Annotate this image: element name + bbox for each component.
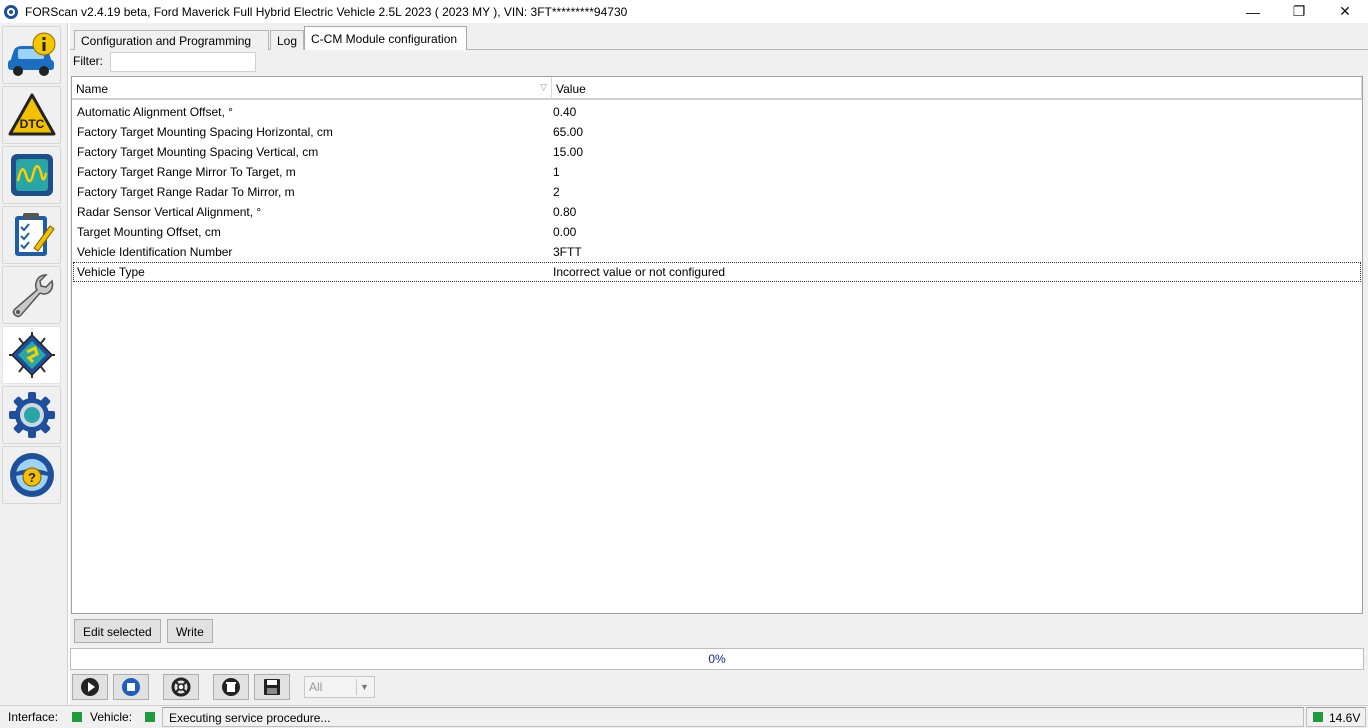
- stop-icon: [122, 678, 140, 696]
- row-name: Factory Target Range Radar To Mirror, m: [77, 185, 295, 199]
- play-icon: [81, 678, 99, 696]
- car-info-icon: [7, 32, 55, 76]
- column-header-value[interactable]: Value: [552, 77, 1362, 99]
- table-row[interactable]: Target Mounting Offset, cm 0.00: [73, 222, 1361, 242]
- play-button[interactable]: [72, 674, 108, 700]
- progress-bar: 0%: [70, 648, 1364, 670]
- sidebar: DTC ?: [0, 23, 68, 705]
- forscan-app-icon: [4, 4, 18, 19]
- sidebar-item-dtc[interactable]: DTC: [2, 86, 61, 144]
- row-name: Radar Sensor Vertical Alignment, °: [77, 205, 262, 219]
- filter-select-value: All: [309, 680, 323, 694]
- help-wheel-icon: ?: [9, 453, 54, 497]
- row-value: 0.40: [553, 105, 577, 119]
- row-name: Factory Target Mounting Spacing Vertical…: [77, 145, 319, 159]
- sidebar-item-configuration[interactable]: [2, 326, 61, 384]
- status-message: Executing service procedure...: [169, 711, 331, 725]
- oscilloscope-icon: [10, 154, 53, 196]
- grid-header: Name ▽ Value: [72, 77, 1362, 100]
- row-value: 1: [553, 165, 560, 179]
- support-button[interactable]: [163, 674, 199, 700]
- row-value: 3FTT: [553, 245, 582, 259]
- tab-strip: Configuration and Programming Log C-CM M…: [70, 23, 1368, 51]
- clear-button[interactable]: [213, 674, 249, 700]
- filter-row: Filter:: [70, 50, 1368, 76]
- interface-label: Interface:: [8, 710, 59, 724]
- row-name: Automatic Alignment Offset, °: [77, 105, 233, 119]
- row-value: 15.00: [553, 145, 584, 159]
- filter-label: Filter:: [73, 54, 103, 68]
- progress-text: 0%: [708, 652, 726, 666]
- sidebar-item-vehicle-info[interactable]: [2, 26, 61, 84]
- status-message-box: Executing service procedure...: [162, 707, 1304, 727]
- parameters-grid: Name ▽ Value Automatic Alignment Offset,…: [71, 76, 1363, 614]
- chip-icon: [8, 332, 55, 378]
- sidebar-item-settings[interactable]: [2, 386, 61, 444]
- table-row[interactable]: Factory Target Mounting Spacing Horizont…: [73, 122, 1361, 142]
- row-value: Incorrect value or not configured: [553, 265, 726, 279]
- row-name: Vehicle Identification Number: [77, 245, 233, 259]
- table-row[interactable]: Radar Sensor Vertical Alignment, ° 0.80: [73, 202, 1361, 222]
- column-header-name[interactable]: Name ▽: [72, 77, 552, 99]
- svg-text:?: ?: [28, 470, 36, 485]
- save-icon: [264, 679, 280, 695]
- stop-button[interactable]: [113, 674, 149, 700]
- row-value: 0.00: [553, 225, 577, 239]
- voltage-value: 14.6V: [1329, 711, 1361, 725]
- main-panel: Configuration and Programming Log C-CM M…: [70, 23, 1368, 705]
- checklist-icon: [14, 213, 55, 256]
- write-button[interactable]: Write: [167, 619, 213, 643]
- row-name: Factory Target Mounting Spacing Horizont…: [77, 125, 333, 139]
- bottom-toolbar: All ▼: [70, 671, 1368, 703]
- edit-selected-button[interactable]: Edit selected: [74, 619, 161, 643]
- interface-status-led: [72, 712, 82, 722]
- row-value: 0.80: [553, 205, 577, 219]
- row-name: Target Mounting Offset, cm: [77, 225, 221, 239]
- vehicle-label: Vehicle:: [90, 710, 133, 724]
- status-bar: Interface: Vehicle: Executing service pr…: [0, 705, 1368, 728]
- row-name: Factory Target Range Mirror To Target, m: [77, 165, 296, 179]
- table-row[interactable]: Factory Target Range Radar To Mirror, m …: [73, 182, 1361, 202]
- action-bar: Edit selected Write: [70, 615, 1368, 647]
- tab-ccm-module-configuration[interactable]: C-CM Module configuration: [304, 26, 467, 51]
- voltage-box: 14.6V: [1306, 707, 1366, 727]
- sidebar-item-tests[interactable]: [2, 206, 61, 264]
- sidebar-item-service[interactable]: [2, 266, 61, 324]
- filter-select[interactable]: All ▼: [304, 676, 375, 698]
- row-name: Vehicle Type: [77, 265, 145, 279]
- table-row[interactable]: Factory Target Range Mirror To Target, m…: [73, 162, 1361, 182]
- table-row[interactable]: Vehicle Identification Number 3FTT: [73, 242, 1361, 262]
- table-row[interactable]: Automatic Alignment Offset, ° 0.40: [73, 102, 1361, 122]
- filter-input[interactable]: [110, 52, 256, 72]
- table-row-selected[interactable]: Vehicle Type Incorrect value or not conf…: [73, 262, 1361, 282]
- restore-button[interactable]: ❐: [1276, 0, 1322, 23]
- tab-configuration-and-programming[interactable]: Configuration and Programming: [74, 30, 269, 50]
- dtc-icon-label: DTC: [19, 117, 44, 131]
- vehicle-status-led: [145, 712, 155, 722]
- sidebar-item-oscilloscope[interactable]: [2, 146, 61, 204]
- minimize-button[interactable]: —: [1230, 0, 1276, 23]
- sidebar-item-help[interactable]: ?: [2, 446, 61, 504]
- chevron-down-icon: ▼: [356, 679, 372, 695]
- clear-icon: [222, 678, 240, 696]
- row-value: 2: [553, 185, 560, 199]
- wrench-icon: [12, 274, 53, 318]
- tab-log[interactable]: Log: [270, 30, 304, 50]
- table-row[interactable]: Factory Target Mounting Spacing Vertical…: [73, 142, 1361, 162]
- window-title: FORScan v2.4.19 beta, Ford Maverick Full…: [25, 4, 628, 19]
- row-value: 65.00: [553, 125, 584, 139]
- dtc-warning-icon: DTC: [8, 93, 55, 136]
- close-button[interactable]: ✕: [1322, 0, 1368, 23]
- voltage-status-led: [1313, 712, 1323, 722]
- sort-arrow-icon: ▽: [540, 82, 547, 92]
- save-button[interactable]: [254, 674, 290, 700]
- gear-icon: [8, 392, 55, 438]
- lifebuoy-icon: [171, 677, 191, 697]
- title-bar: FORScan v2.4.19 beta, Ford Maverick Full…: [0, 0, 1368, 23]
